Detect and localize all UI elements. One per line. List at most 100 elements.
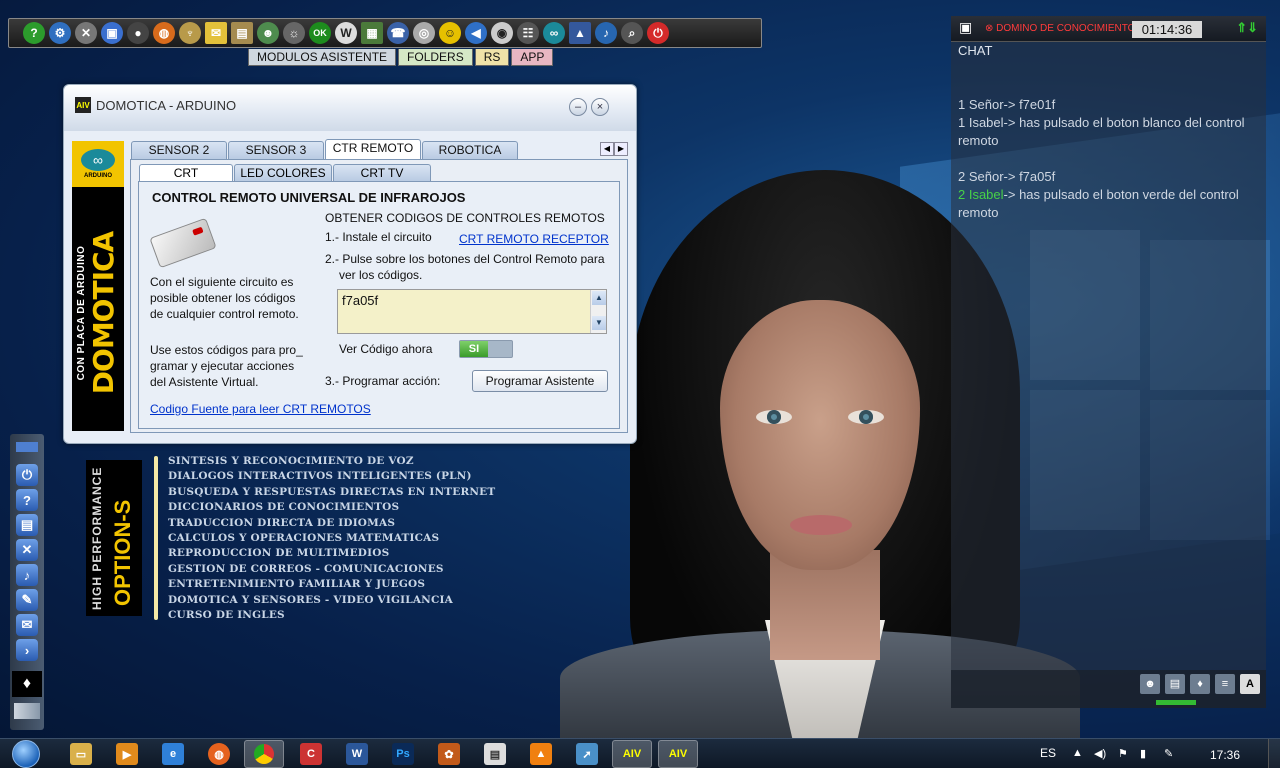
vlc-icon[interactable]: ▲ — [530, 743, 552, 765]
clock[interactable]: 17:36 — [1210, 748, 1240, 762]
monitor-icon[interactable]: ▣ — [101, 22, 123, 44]
microphone-icon[interactable]: ♦ — [12, 671, 42, 697]
chat-message: 1 Señor-> f7e01f 1 Isabel-> has pulsado … — [958, 96, 1263, 150]
feature-item: TRADUCCION DIRECTA DE IDIOMAS — [168, 516, 396, 529]
chrome-icon[interactable] — [244, 740, 284, 768]
domotica-window: AIV DOMOTICA - ARDUINO – × ∞ ARDUINO CON… — [63, 84, 637, 444]
book-icon[interactable]: ▤ — [1165, 674, 1185, 694]
tab-folders[interactable]: FOLDERS — [398, 49, 473, 66]
mail-icon[interactable]: ✉ — [16, 614, 38, 636]
code-output-textarea[interactable]: f7a05f ▲ ▼ — [337, 289, 607, 334]
film-icon[interactable]: ◎ — [413, 22, 435, 44]
power-icon[interactable]: ⏻ — [16, 464, 38, 486]
tray-up-icon[interactable]: ▲ — [1072, 747, 1083, 759]
windows-orb-icon — [12, 740, 40, 768]
volume-icon[interactable]: ◀) — [1094, 747, 1106, 760]
photoshop-icon[interactable]: Ps — [392, 743, 414, 765]
show-desktop-button[interactable] — [1268, 739, 1280, 768]
smile-icon[interactable]: ☺ — [439, 22, 461, 44]
ver-codigo-toggle[interactable]: SI — [459, 340, 513, 358]
tab-ctr-remoto[interactable]: CTR REMOTO — [325, 139, 421, 159]
programar-asistente-button[interactable]: Programar Asistente — [472, 370, 608, 392]
arduino-icon[interactable]: ∞ — [543, 22, 565, 44]
firefox-icon[interactable]: ◍ — [208, 743, 230, 765]
wikipedia-icon[interactable]: W — [335, 22, 357, 44]
subtab-led-colores[interactable]: LED COLORES — [234, 164, 332, 181]
help-icon[interactable]: ? — [16, 489, 38, 511]
tab-sensor-2[interactable]: SENSOR 2 — [131, 141, 227, 159]
flag-icon[interactable]: ⚑ — [1118, 747, 1128, 760]
gear-icon[interactable]: ⚙ — [49, 22, 71, 44]
ie-icon[interactable]: e — [162, 743, 184, 765]
ok-icon[interactable]: OK — [309, 22, 331, 44]
browser-icon[interactable]: ◍ — [153, 22, 175, 44]
mountain-icon[interactable]: ▲ — [569, 22, 591, 44]
megaphone-icon[interactable]: ◀ — [465, 22, 487, 44]
menu-icon[interactable]: ≡ — [1215, 674, 1235, 694]
feature-item: REPRODUCCION DE MULTIMEDIOS — [168, 547, 390, 560]
media-icon[interactable]: ▦ — [361, 22, 383, 44]
explorer-icon[interactable]: ▭ — [70, 743, 92, 765]
eagle-icon[interactable]: ♆ — [179, 22, 201, 44]
minimize-button[interactable]: – — [569, 98, 587, 116]
tab-panel: CRT UNIVERSAL LED COLORES CRT TV CONTROL… — [130, 159, 628, 433]
users-icon[interactable]: ☻ — [1140, 674, 1160, 694]
font-icon[interactable]: A — [1240, 674, 1260, 694]
paw-icon[interactable]: ✿ — [438, 743, 460, 765]
scroll-down-icon[interactable]: ▼ — [592, 316, 606, 330]
mail-icon[interactable]: ✉ — [205, 22, 227, 44]
sound-icon[interactable]: ♪ — [595, 22, 617, 44]
tab-robotica[interactable]: ROBOTICA — [422, 141, 518, 159]
close-button[interactable]: × — [591, 98, 609, 116]
usage-line: del Asistente Virtual. — [150, 375, 259, 389]
section-title: OBTENER CODIGOS DE CONTROLES REMOTOS — [325, 211, 605, 225]
volume-icon[interactable]: ♪ — [16, 564, 38, 586]
wrench-icon[interactable]: ✎ — [16, 589, 38, 611]
chat-message: 2 Señor-> f7a05f 2 Isabel-> has pulsado … — [958, 168, 1263, 222]
users-icon[interactable]: ☻ — [257, 22, 279, 44]
tab-scroll-right-icon[interactable]: ▶ — [614, 142, 628, 156]
shuffle-icon[interactable]: ✕ — [16, 539, 38, 561]
book-icon[interactable]: ▤ — [231, 22, 253, 44]
tab-app[interactable]: APP — [511, 49, 554, 66]
dock-handle[interactable] — [16, 442, 38, 452]
webcam-icon[interactable]: ◉ — [491, 22, 513, 44]
phone-icon[interactable]: ☎ — [387, 22, 409, 44]
next-icon[interactable]: › — [16, 639, 38, 661]
source-code-link[interactable]: Codigo Fuente para leer CRT REMOTOS — [150, 401, 371, 417]
search-icon[interactable]: ⌕ — [621, 22, 643, 44]
dock-bottom-button[interactable] — [14, 703, 40, 719]
ccleaner-icon[interactable]: C — [300, 743, 322, 765]
help-icon[interactable]: ? — [23, 22, 45, 44]
tab-sensor-3[interactable]: SENSOR 3 — [228, 141, 324, 159]
tray-tool-icon[interactable]: ✎ — [1164, 747, 1173, 760]
step-2-line: 2.- Pulse sobre los botones del Control … — [325, 252, 605, 266]
tab-scroll-left-icon[interactable]: ◀ — [600, 142, 614, 156]
tab-modulos-asistente[interactable]: MODULOS ASISTENTE — [248, 49, 397, 66]
notepad-icon[interactable]: ▤ — [484, 743, 506, 765]
aiv-logo-icon: AIV — [75, 97, 91, 113]
microphone-icon[interactable]: ♦ — [1190, 674, 1210, 694]
network-icon[interactable]: ▮ — [1140, 747, 1146, 760]
chat-scroll-arrows-icon[interactable]: ⇑⇓ — [1236, 20, 1258, 36]
window-titlebar[interactable]: AIV DOMOTICA - ARDUINO – × — [64, 85, 636, 131]
tools-icon[interactable]: ✕ — [75, 22, 97, 44]
word-icon[interactable]: W — [346, 743, 368, 765]
subtab-crt-tv[interactable]: CRT TV — [333, 164, 431, 181]
contacts-icon[interactable]: ☷ — [517, 22, 539, 44]
scroll-up-icon[interactable]: ▲ — [592, 291, 606, 305]
aiv2-icon[interactable]: AIV — [658, 740, 698, 768]
start-button[interactable] — [6, 739, 46, 768]
arrow-app-icon[interactable]: ➚ — [576, 743, 598, 765]
code-scrollbar[interactable]: ▲ ▼ — [590, 290, 606, 333]
aiv-icon[interactable]: AIV — [612, 740, 652, 768]
subtab-crt-universal[interactable]: CRT UNIVERSAL — [139, 164, 233, 196]
media-player-icon[interactable]: ▶ — [116, 743, 138, 765]
tab-rs[interactable]: RS — [474, 49, 510, 66]
user-icon[interactable]: ● — [127, 22, 149, 44]
robot-icon[interactable]: ☼ — [283, 22, 305, 44]
language-indicator[interactable]: ES — [1040, 746, 1056, 760]
power-icon[interactable]: ⏻ — [647, 22, 669, 44]
book-icon[interactable]: ▤ — [16, 514, 38, 536]
crt-remoto-receptor-link[interactable]: CRT REMOTO RECEPTOR — [459, 231, 609, 247]
